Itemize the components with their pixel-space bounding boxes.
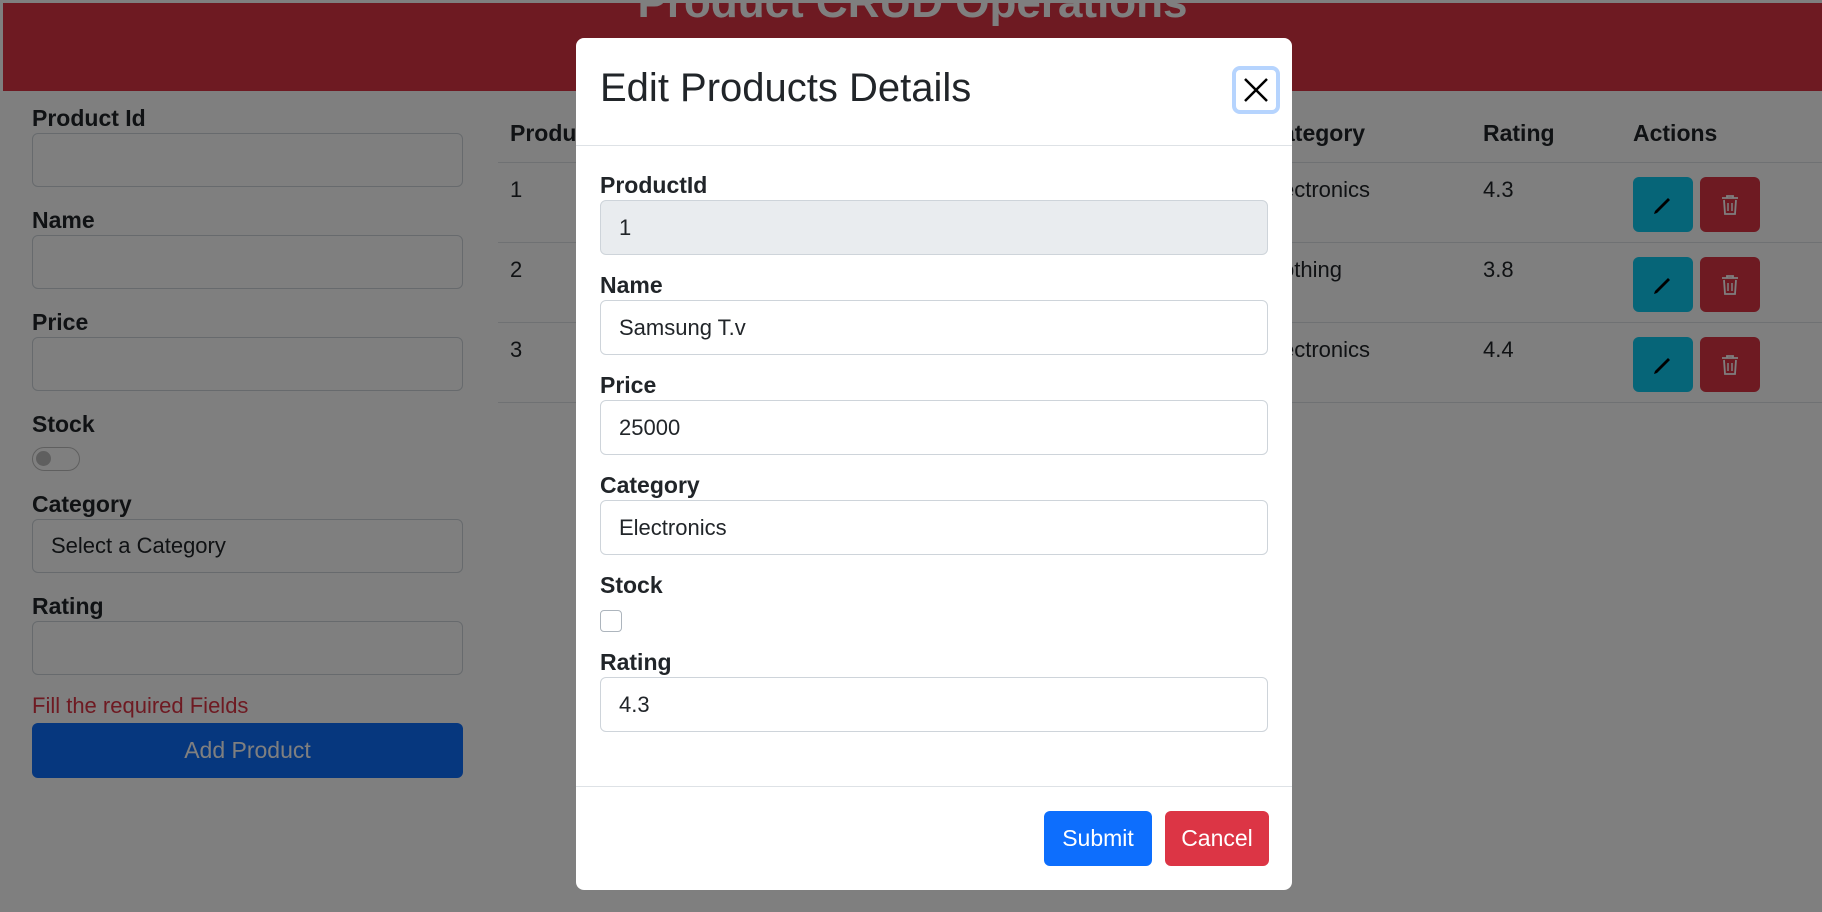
modal-price-input[interactable]: 25000 — [600, 400, 1268, 455]
modal-title: Edit Products Details — [600, 66, 972, 110]
close-button[interactable] — [1232, 66, 1280, 114]
modal-category-label: Category — [600, 472, 700, 498]
modal-header: Edit Products Details — [576, 38, 1292, 146]
modal-footer: Submit Cancel — [576, 786, 1292, 890]
modal-rating-input[interactable]: 4.3 — [600, 677, 1268, 732]
cancel-button[interactable]: Cancel — [1165, 811, 1269, 866]
modal-stock-checkbox[interactable] — [600, 610, 622, 632]
modal-product-id-input: 1 — [600, 200, 1268, 255]
modal-rating-label: Rating — [600, 649, 672, 675]
modal-name-input[interactable]: Samsung T.v — [600, 300, 1268, 355]
close-icon — [1244, 78, 1268, 102]
submit-button[interactable]: Submit — [1044, 811, 1152, 866]
modal-body: ProductId 1 Name Samsung T.v Price 25000… — [576, 146, 1292, 732]
modal-name-label: Name — [600, 272, 663, 298]
modal-category-input[interactable]: Electronics — [600, 500, 1268, 555]
edit-product-modal: Edit Products Details ProductId 1 Name S… — [576, 38, 1292, 890]
page: Product CRUD Operations Product Id Name … — [0, 0, 1822, 912]
modal-product-id-label: ProductId — [600, 172, 708, 198]
modal-price-label: Price — [600, 372, 657, 398]
modal-stock-label: Stock — [600, 572, 663, 598]
